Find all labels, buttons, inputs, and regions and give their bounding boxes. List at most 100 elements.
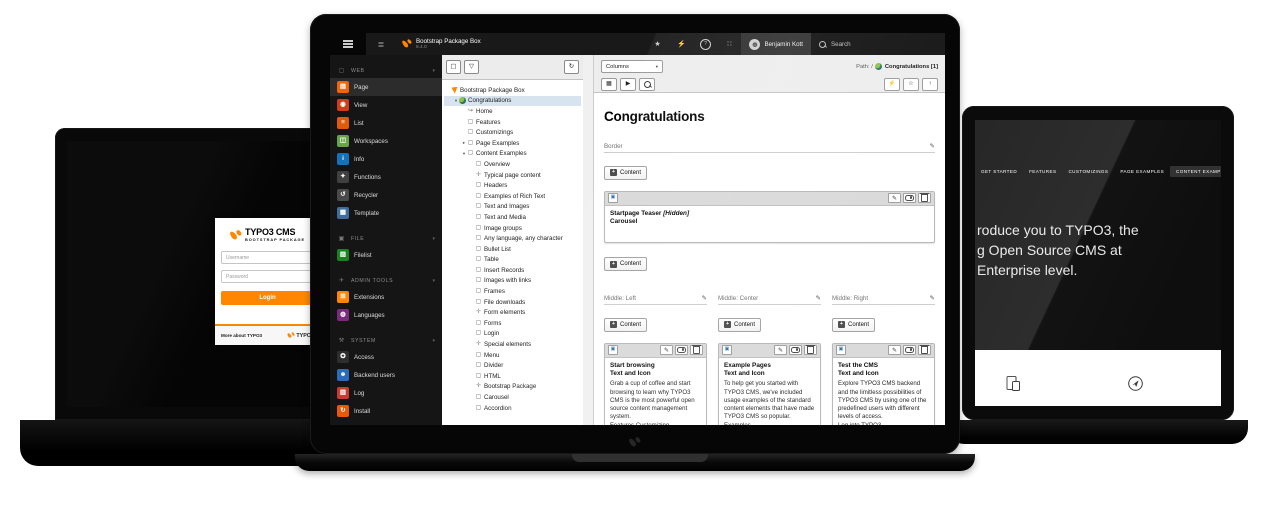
tree-node-examples-of-rich-text[interactable]: ▢Examples of Rich Text [444, 191, 581, 202]
refresh-button[interactable]: ↻ [564, 60, 579, 74]
filter-button[interactable]: ▽ [464, 60, 479, 74]
toggle-visibility-button[interactable] [903, 193, 916, 203]
tree-node-images-with-links[interactable]: ▢Images with links [444, 276, 581, 287]
tree-node-login[interactable]: ▢Login [444, 329, 581, 340]
tree-node-frames[interactable]: ▢Frames [444, 286, 581, 297]
tree-node-table[interactable]: ▢Table [444, 255, 581, 266]
clear-cache-button[interactable]: ⚡ [884, 78, 900, 91]
content-button[interactable]: +Content [604, 318, 647, 332]
search-button[interactable] [639, 78, 655, 91]
menu-toggle-button[interactable] [330, 33, 366, 55]
tree-node-content-examples[interactable]: ▾▢Content Examples [444, 149, 581, 160]
nav-item-customizings[interactable]: CUSTOMIZINGS [1062, 166, 1114, 177]
edit-content-button[interactable]: ✎ [774, 345, 787, 355]
tree-node-bullet-list[interactable]: ▢Bullet List [444, 244, 581, 255]
tree-node-text-and-images[interactable]: ▢Text and Images [444, 202, 581, 213]
password-field[interactable] [221, 270, 314, 283]
content-button[interactable]: +Content [718, 318, 761, 332]
view-page-button[interactable]: ▶ [620, 78, 636, 91]
columns-select[interactable]: Columns ▾ [601, 60, 663, 73]
tree-node-menu[interactable]: ▢Menu [444, 350, 581, 361]
module-section-header[interactable]: ⚒SYSTEM▾ [330, 333, 442, 348]
login-button[interactable]: Login [221, 291, 314, 305]
tree-node-bootstrap-package-box[interactable]: Bootstrap Package Box [444, 85, 581, 96]
toggle-visibility-button[interactable] [675, 345, 688, 355]
module-section-header[interactable]: ▣FILE▾ [330, 231, 442, 246]
edit-content-button[interactable]: ✎ [888, 345, 901, 355]
edit-content-button[interactable]: ✎ [660, 345, 673, 355]
toggle-visibility-button[interactable] [789, 345, 802, 355]
delete-content-button[interactable] [804, 345, 817, 355]
edit-content-button[interactable]: ✎ [888, 193, 901, 203]
tree-node-typical-page-content[interactable]: ✛Typical page content [444, 170, 581, 181]
content-button[interactable]: +Content [832, 318, 875, 332]
bookmark-button[interactable]: ☆ [903, 78, 919, 91]
tree-node-overview[interactable]: ▢Overview [444, 159, 581, 170]
user-menu[interactable]: ☻ Benjamin Kott [741, 33, 811, 55]
tree-node-any-language-any-character[interactable]: ▢Any language, any character [444, 233, 581, 244]
delete-content-button[interactable] [690, 345, 703, 355]
content-element-link[interactable]: Features Customizing [610, 422, 701, 425]
module-item-access[interactable]: ✪Access [330, 348, 442, 366]
module-item-log[interactable]: ▥Log [330, 384, 442, 402]
delete-content-button[interactable] [918, 345, 931, 355]
content-element-link[interactable]: Examples [724, 422, 815, 425]
tree-node-features[interactable]: ▢Features [444, 117, 581, 128]
module-item-filelist[interactable]: ▨Filelist [330, 246, 442, 264]
more-about-typo3-link[interactable]: More about TYPO3 [221, 333, 262, 338]
tree-node-congratulations[interactable]: ▾Congratulations [444, 96, 581, 107]
tree-node-text-and-media[interactable]: ▢Text and Media [444, 212, 581, 223]
tree-node-carousel[interactable]: ▢Carousel [444, 392, 581, 403]
tree-node-page-examples[interactable]: ▸▢Page Examples [444, 138, 581, 149]
tree-node-home[interactable]: ↪Home [444, 106, 581, 117]
clear-cache-menu-button[interactable]: ⚡ [669, 33, 693, 55]
tree-node-insert-records[interactable]: ▢Insert Records [444, 265, 581, 276]
module-item-template[interactable]: ▦Template [330, 204, 442, 222]
edit-icon[interactable]: ✎ [930, 142, 935, 150]
module-item-view[interactable]: ◉View [330, 96, 442, 114]
module-item-functions[interactable]: ✦Functions [330, 168, 442, 186]
tree-node-headers[interactable]: ▢Headers [444, 180, 581, 191]
tree-node-divider[interactable]: ▢Divider [444, 360, 581, 371]
edit-icon[interactable]: ✎ [702, 294, 707, 302]
tree-node-forms[interactable]: ▢Forms [444, 318, 581, 329]
module-item-workspaces[interactable]: ◫Workspaces [330, 132, 442, 150]
content-button[interactable]: + Content [604, 257, 647, 271]
tree-node-bootstrap-package[interactable]: ✛Bootstrap Package [444, 382, 581, 393]
delete-content-button[interactable] [918, 193, 931, 203]
toggle-visibility-button[interactable] [903, 345, 916, 355]
module-item-recycler[interactable]: ↺Recycler [330, 186, 442, 204]
module-item-backend-users[interactable]: ☻Backend users [330, 366, 442, 384]
nav-item-get-started[interactable]: GET STARTED [975, 166, 1023, 177]
tree-splitter[interactable] [583, 55, 594, 425]
module-item-info[interactable]: iInfo [330, 150, 442, 168]
module-section-header[interactable]: ✈ADMIN TOOLS▾ [330, 273, 442, 288]
module-section-header[interactable]: ▢WEB▾ [330, 63, 442, 78]
search-input[interactable]: Search [811, 33, 945, 55]
module-item-page[interactable]: ▤Page [330, 78, 442, 96]
tree-node-html[interactable]: ▢HTML [444, 371, 581, 382]
tree-node-image-groups[interactable]: ▢Image groups [444, 223, 581, 234]
layout-button[interactable]: ▦ [601, 78, 617, 91]
tree-node-special-elements[interactable]: ✛Special elements [444, 339, 581, 350]
pagetree-toggle-button[interactable]: ≣ [366, 33, 396, 55]
tree-node-customizings[interactable]: ▢Customizings [444, 127, 581, 138]
module-item-list[interactable]: ≡List [330, 114, 442, 132]
edit-icon[interactable]: ✎ [930, 294, 935, 302]
tree-node-file-downloads[interactable]: ▢File downloads [444, 297, 581, 308]
nav-item-content-examples[interactable]: CONTENT EXAMPLES [1170, 166, 1221, 177]
scroll-top-button[interactable]: ↑ [922, 78, 938, 91]
tree-node-form-elements[interactable]: ✛Form elements [444, 307, 581, 318]
bookmarks-button[interactable]: ★ [645, 33, 669, 55]
new-page-button[interactable]: ▢ [446, 60, 461, 74]
tree-node-accordion[interactable]: ▢Accordion [444, 403, 581, 414]
content-element-link[interactable]: Log into TYPO3 [838, 422, 929, 425]
username-field[interactable] [221, 251, 314, 264]
edit-icon[interactable]: ✎ [816, 294, 821, 302]
nav-item-page-examples[interactable]: PAGE EXAMPLES [1114, 166, 1170, 177]
help-button[interactable]: ? [693, 33, 717, 55]
content-button[interactable]: + Content [604, 166, 647, 180]
module-item-extensions[interactable]: ⊞Extensions [330, 288, 442, 306]
nav-item-features[interactable]: FEATURES [1023, 166, 1062, 177]
modules-grid-button[interactable]: ∷ [717, 33, 741, 55]
